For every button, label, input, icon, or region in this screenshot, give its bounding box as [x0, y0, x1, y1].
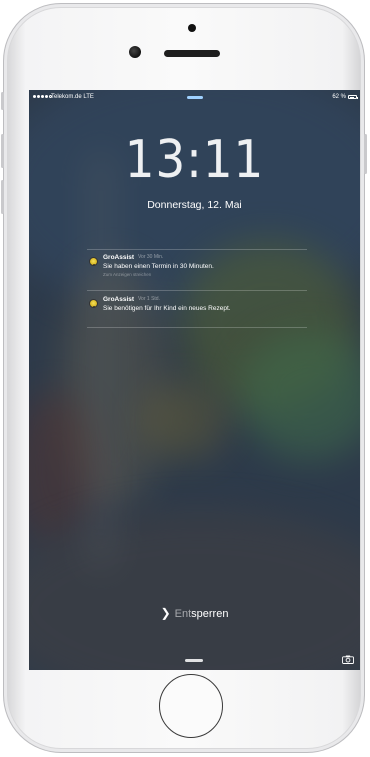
volume-down-button	[1, 180, 4, 214]
notification-center-handle[interactable]	[187, 96, 203, 99]
status-bar: Telekom.de LTE 62 %	[29, 90, 360, 104]
notification-app-name: GroAssist	[103, 254, 135, 261]
notification-time: Vor 1 Std.	[138, 296, 160, 302]
battery-percentage: 62 %	[332, 94, 346, 100]
control-center-handle[interactable]	[185, 659, 203, 662]
battery-icon	[348, 95, 358, 99]
iphone-frame: Telekom.de LTE 62 % 13:11 Donnerstag, 12…	[1, 3, 367, 753]
earpiece-speaker	[164, 50, 220, 57]
lock-screen-date: Donnerstag, 12. Mai	[147, 199, 242, 211]
power-button	[364, 134, 367, 174]
signal-strength-icon	[33, 95, 52, 98]
notification-item[interactable]: GroAssist Vor 30 Min. Sie haben einen Te…	[87, 251, 307, 289]
notification-divider	[87, 290, 307, 291]
unlock-label-end: sperren	[191, 608, 229, 620]
notification-item[interactable]: GroAssist Vor 1 Std. Sie benötigen für I…	[87, 293, 307, 331]
groassist-app-icon	[89, 299, 98, 308]
home-button[interactable]	[159, 674, 223, 738]
carrier-label: Telekom.de LTE	[51, 94, 94, 100]
groassist-app-icon	[89, 257, 98, 266]
chevron-right-icon: ❯	[160, 606, 171, 620]
notification-time: Vor 30 Min.	[138, 254, 164, 260]
battery-level-fill	[349, 96, 354, 98]
notification-app-name: GroAssist	[103, 296, 135, 303]
notification-swipe-hint: Zum Anzeigen streichen	[103, 272, 152, 277]
notification-divider	[87, 249, 307, 250]
lock-screen-clock: 13:11	[124, 130, 265, 190]
unlock-label-start: Ent	[174, 608, 192, 620]
slide-to-unlock[interactable]: ❯ Entsperren	[29, 606, 360, 620]
notification-divider	[87, 327, 307, 328]
mute-switch	[1, 92, 4, 110]
notification-message: Sie haben einen Termin in 30 Minuten.	[103, 263, 214, 270]
lock-screen: Telekom.de LTE 62 % 13:11 Donnerstag, 12…	[29, 90, 360, 670]
camera-icon[interactable]	[342, 655, 354, 664]
notification-message: Sie benötigen für Ihr Kind ein neues Rez…	[103, 305, 231, 312]
volume-up-button	[1, 134, 4, 168]
front-camera	[129, 46, 141, 58]
proximity-sensor	[188, 24, 196, 32]
